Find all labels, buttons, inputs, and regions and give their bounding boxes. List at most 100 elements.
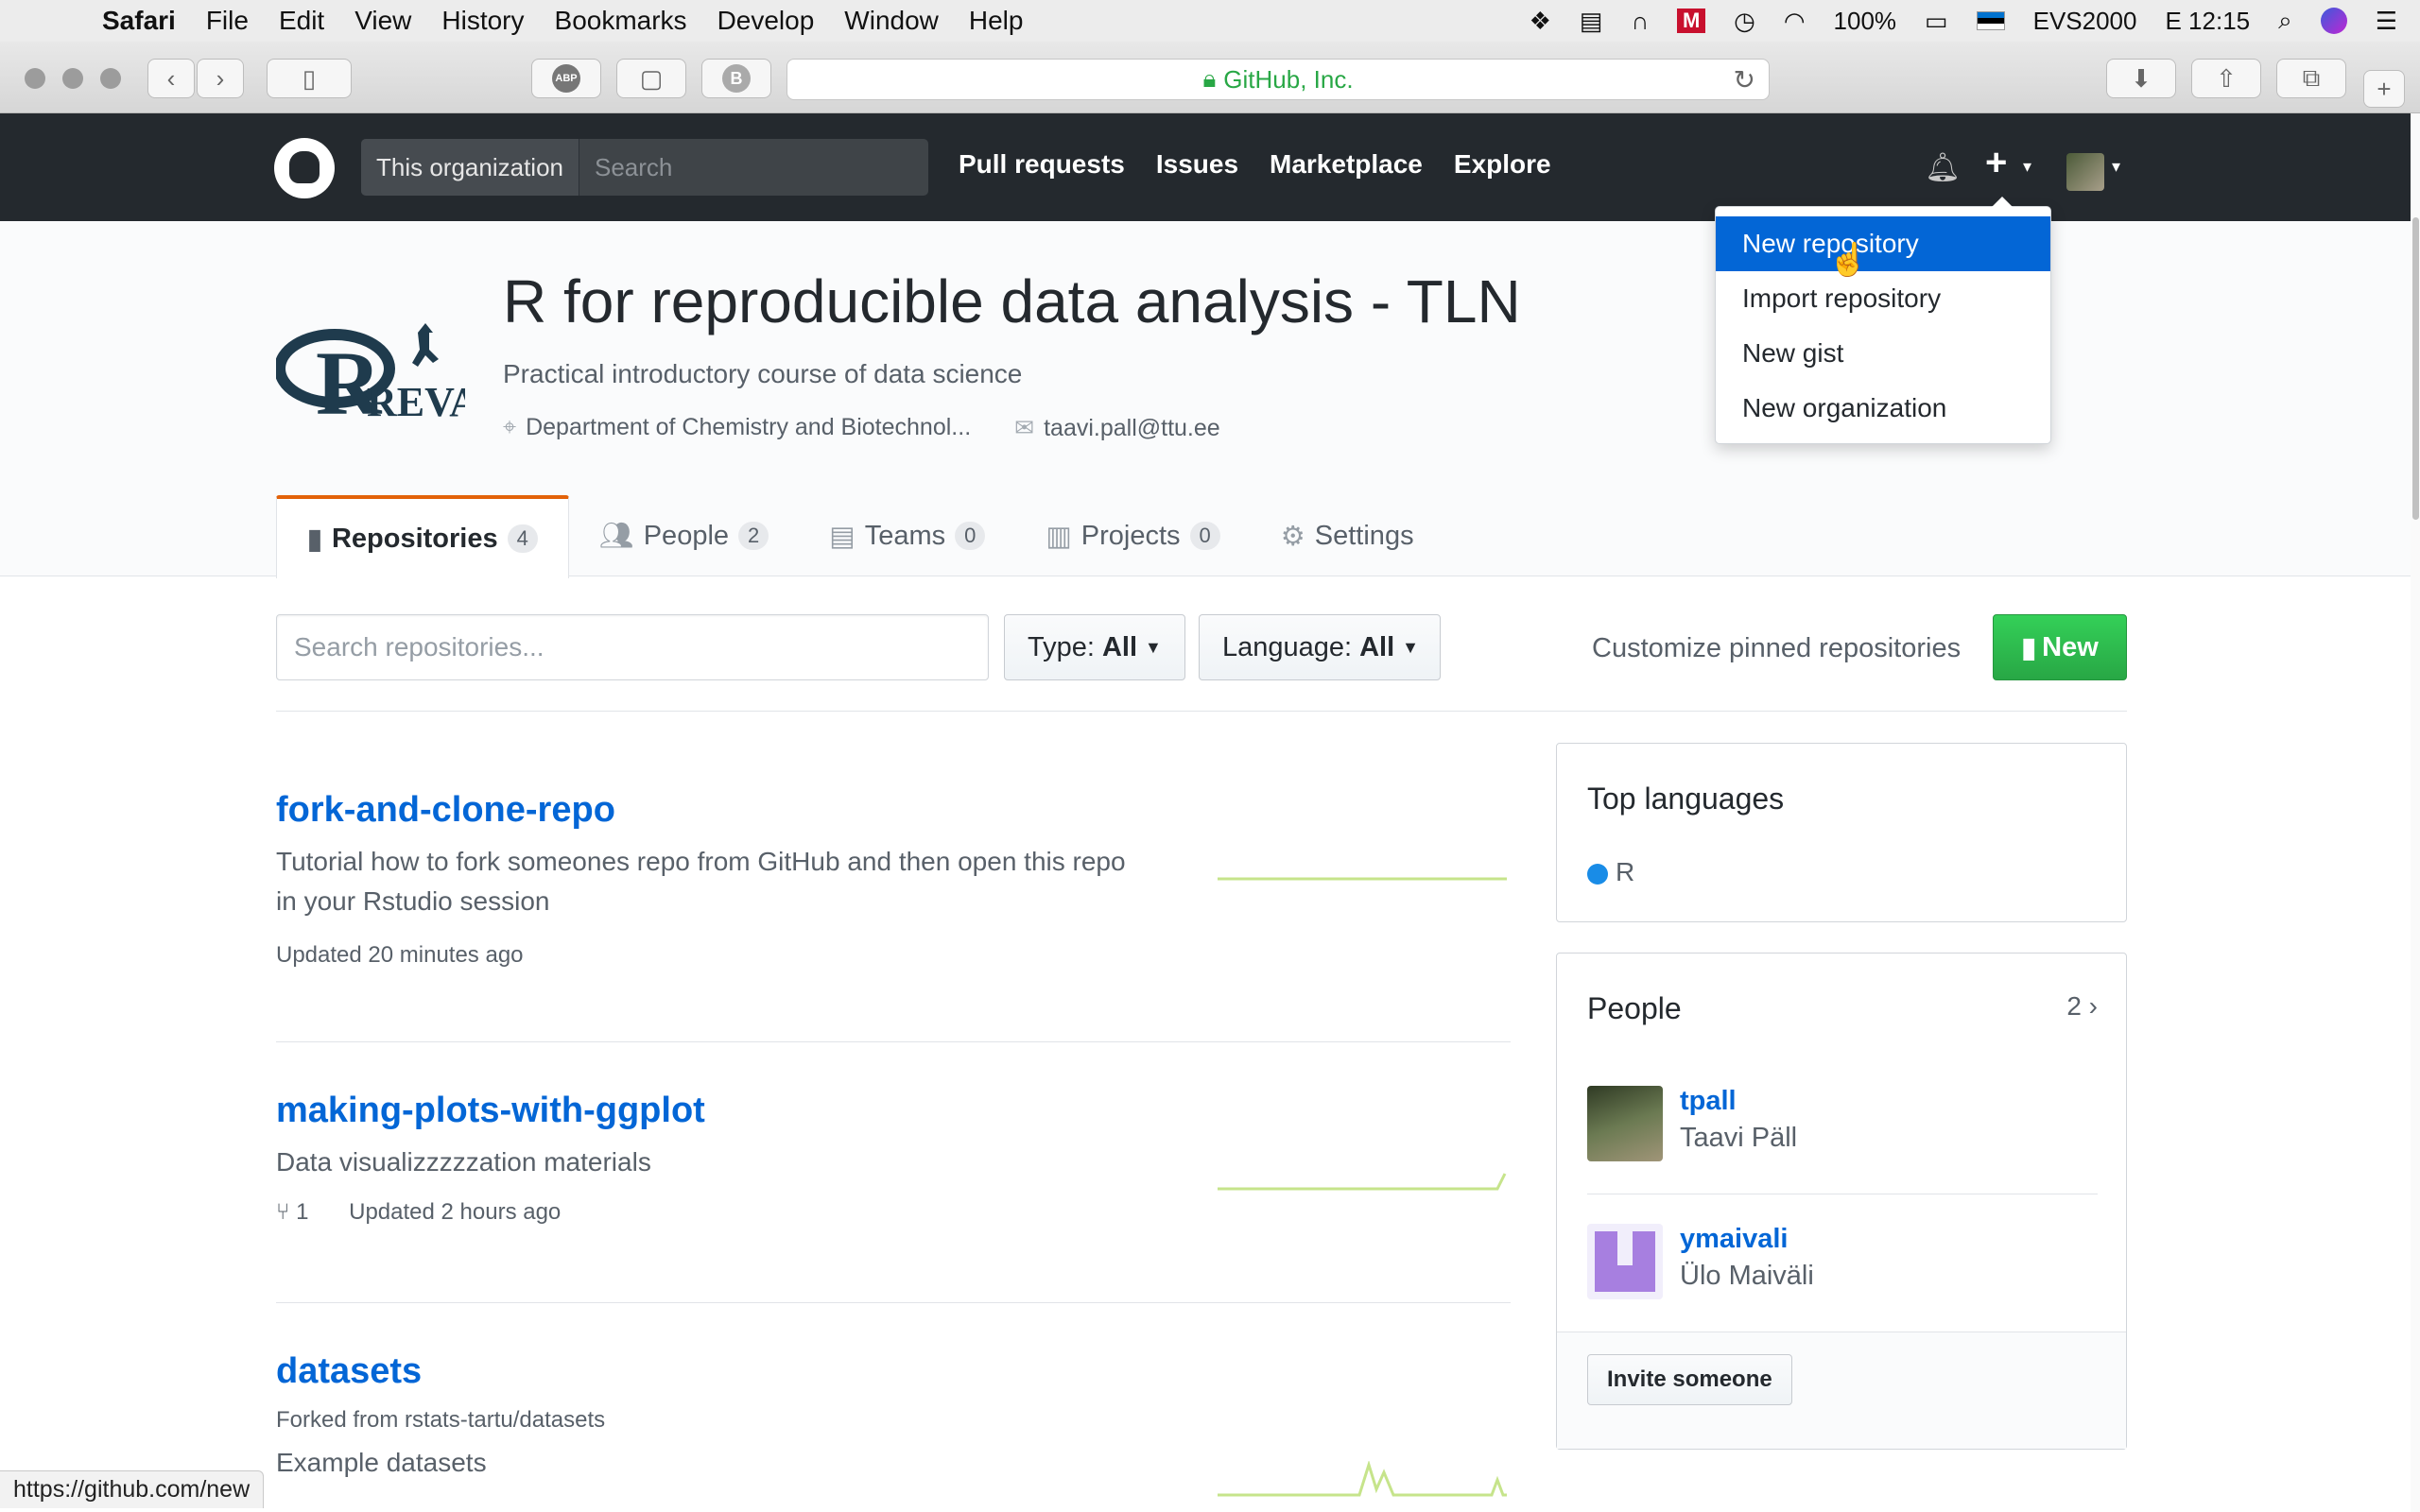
repo-name-link[interactable]: making-plots-with-ggplot	[276, 1091, 1511, 1131]
customize-pinned-link[interactable]: Customize pinned repositories	[1592, 633, 1961, 664]
top-languages-box: Top languages R	[1556, 743, 2127, 922]
header-search-input[interactable]	[579, 152, 920, 182]
new-tab-button[interactable]: +	[2363, 70, 2405, 108]
org-title: R for reproducible data analysis - TLN	[503, 267, 1521, 335]
menu-develop[interactable]: Develop	[717, 6, 815, 36]
sidebar-icon: ▯	[302, 63, 317, 93]
activity-sparkline	[1218, 877, 1507, 881]
tab-repositories[interactable]: ▮ Repositories 4	[276, 495, 569, 578]
repository-search-input[interactable]	[276, 614, 989, 680]
member-avatar[interactable]	[1587, 1224, 1663, 1299]
language-item[interactable]: R	[1587, 857, 1634, 887]
spotlight-search-icon[interactable]: ⌕	[2278, 6, 2292, 36]
type-filter-button[interactable]: Type: All ▼	[1004, 614, 1185, 680]
docker-icon[interactable]: ▤	[1580, 7, 1603, 36]
menu-file[interactable]: File	[206, 6, 249, 36]
notification-center-icon[interactable]: ☰	[2376, 7, 2397, 36]
repo-forked-from[interactable]: Forked from rstats-tartu/datasets	[276, 1407, 1511, 1434]
github-logo-icon[interactable]	[274, 138, 335, 198]
reload-icon[interactable]: ↻	[1734, 64, 1755, 95]
menu-edit[interactable]: Edit	[279, 6, 324, 36]
org-email-text[interactable]: taavi.pall@ttu.ee	[1044, 415, 1220, 441]
create-new-plus-icon[interactable]: +	[1985, 142, 2007, 184]
org-email[interactable]: ✉ taavi.pall@ttu.ee	[1014, 414, 1220, 442]
tab-settings[interactable]: ⚙ Settings	[1251, 495, 1444, 576]
nav-pull-requests[interactable]: Pull requests	[959, 149, 1125, 180]
page-icon: ▢	[639, 63, 664, 93]
clock[interactable]: E 12:15	[2165, 7, 2250, 36]
input-source[interactable]: EVS2000	[2033, 7, 2137, 36]
org-location: ⌖ Department of Chemistry and Biotechnol.…	[503, 414, 971, 442]
new-repository-button[interactable]: ▮ New	[1993, 614, 2127, 680]
repo-name-link[interactable]: datasets	[276, 1351, 1511, 1392]
organization-header: R REVAL R for reproducible data analysis…	[0, 221, 2420, 578]
address-bar-site-label: GitHub, Inc.	[1223, 64, 1354, 94]
zoom-window-button[interactable]	[100, 68, 121, 89]
invite-someone-button[interactable]: Invite someone	[1587, 1354, 1792, 1405]
tabs-overview-button[interactable]: ⧉	[2276, 59, 2346, 98]
top-languages-title: Top languages	[1587, 782, 1785, 816]
tab-people[interactable]: 👥︎ People 2	[569, 495, 799, 576]
nav-marketplace[interactable]: Marketplace	[1270, 149, 1423, 180]
address-bar[interactable]: 🔒︎ GitHub, Inc. ↻	[786, 59, 1770, 100]
header-search: This organization	[361, 139, 928, 196]
tab-teams[interactable]: ▤ Teams 0	[799, 495, 1015, 576]
reader-button[interactable]: ▢	[616, 59, 686, 98]
dropdown-import-repository[interactable]: Import repository	[1716, 271, 2050, 326]
headphones-icon[interactable]: ∩	[1631, 7, 1649, 36]
divider	[276, 711, 2127, 712]
menu-history[interactable]: History	[441, 6, 524, 36]
extension-b-button[interactable]: B	[701, 59, 771, 98]
user-avatar[interactable]	[2066, 153, 2104, 191]
siri-icon[interactable]	[2320, 8, 2347, 34]
back-button[interactable]: ‹	[147, 59, 195, 98]
dropdown-new-gist[interactable]: New gist	[1716, 326, 2050, 381]
tab-projects[interactable]: ▥ Projects 0	[1015, 495, 1250, 576]
member-row: ymaivali Ülo Maiväli	[1587, 1224, 1814, 1299]
language-filter-button[interactable]: Language: All ▼	[1199, 614, 1441, 680]
menu-app-safari[interactable]: Safari	[102, 6, 176, 36]
dropdown-new-organization[interactable]: New organization	[1716, 381, 2050, 436]
share-button[interactable]: ⇧	[2191, 59, 2261, 98]
user-menu-caret-icon[interactable]: ▾	[2112, 157, 2120, 177]
member-avatar[interactable]	[1587, 1086, 1663, 1161]
create-caret-icon[interactable]: ▾	[2023, 157, 2031, 177]
minimize-window-button[interactable]	[62, 68, 83, 89]
people-count-link[interactable]: 2 ›	[2066, 991, 2098, 1022]
tab-projects-count: 0	[1189, 522, 1220, 550]
org-location-text: Department of Chemistry and Biotechnol..…	[526, 414, 972, 440]
wifi-icon[interactable]: ◠	[1784, 7, 1806, 36]
header-nav: Pull requests Issues Marketplace Explore	[959, 149, 1551, 180]
downloads-button[interactable]: ⬇	[2106, 59, 2176, 98]
battery-icon[interactable]: ▭	[1925, 7, 1948, 36]
sidebar-toggle-button[interactable]: ▯	[267, 59, 352, 98]
close-window-button[interactable]	[25, 68, 45, 89]
nav-issues[interactable]: Issues	[1156, 149, 1238, 180]
repo-fork-count[interactable]: 1	[296, 1199, 308, 1225]
member-login-link[interactable]: ymaivali	[1680, 1224, 1814, 1255]
member-login-link[interactable]: tpall	[1680, 1086, 1797, 1117]
menu-view[interactable]: View	[354, 6, 411, 36]
tab-projects-label: Projects	[1080, 520, 1181, 551]
menu-bookmarks[interactable]: Bookmarks	[555, 6, 687, 36]
notifications-bell-icon[interactable]: 🔔︎	[1925, 151, 1961, 183]
forward-button[interactable]: ›	[197, 59, 244, 98]
dropdown-new-repository[interactable]: New repository	[1716, 216, 2050, 271]
nav-explore[interactable]: Explore	[1454, 149, 1551, 180]
adblock-button[interactable]: ABP	[531, 59, 601, 98]
battery-percent[interactable]: 100%	[1834, 7, 1897, 36]
status-bar-url: https://github.com/new	[0, 1470, 265, 1508]
menu-help[interactable]: Help	[969, 6, 1024, 36]
page-scrollbar[interactable]	[2411, 113, 2420, 1512]
scrollbar-thumb[interactable]	[2412, 217, 2419, 520]
tab-settings-label: Settings	[1314, 520, 1414, 551]
dropbox-icon[interactable]: ❖	[1530, 7, 1551, 36]
people-icon: 👥︎	[598, 521, 634, 551]
mail-m-icon[interactable]: M	[1677, 9, 1706, 33]
menu-window[interactable]: Window	[844, 6, 939, 36]
estonian-flag-icon[interactable]	[1976, 11, 2005, 30]
search-scope-label: This organization	[361, 139, 579, 196]
repo-name-link[interactable]: fork-and-clone-repo	[276, 790, 1511, 831]
member-full-name: Ülo Maiväli	[1680, 1261, 1814, 1291]
time-machine-icon[interactable]: ◷	[1734, 7, 1755, 36]
